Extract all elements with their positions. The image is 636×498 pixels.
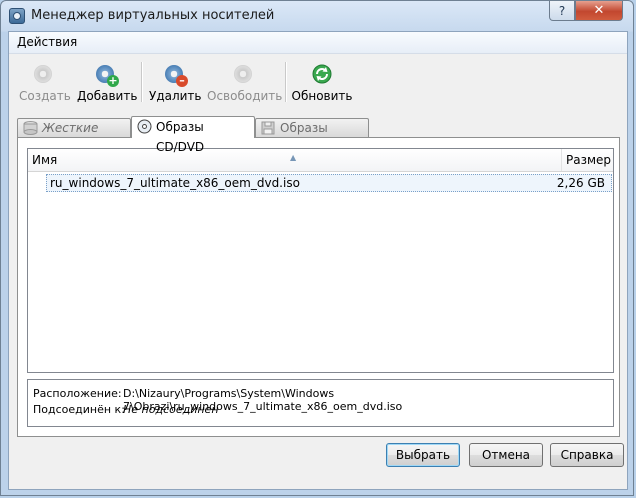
row-name: ru_windows_7_ultimate_x86_oem_dvd.iso: [50, 176, 300, 190]
row-size: 2,26 GB: [556, 176, 605, 190]
help-title-button[interactable]: ?: [549, 1, 575, 21]
hard-disk-icon: [23, 121, 38, 135]
column-name-label: Имя: [32, 153, 58, 167]
toolbar: Создать + Добавить – Удалить Освободить …: [9, 54, 627, 110]
toolbar-separator: [285, 62, 287, 102]
media-manager-window: Менеджер виртуальных носителей ? ✕ Дейст…: [0, 0, 634, 496]
title-bar[interactable]: Менеджер виртуальных носителей ? ✕: [1, 1, 633, 31]
tab-strip: Жесткие диски Образы CD/DVD Образы диске…: [17, 116, 619, 154]
release-button[interactable]: Освободить: [207, 62, 283, 106]
add-button[interactable]: + Добавить: [77, 62, 138, 106]
client-area: Действия Создать + Добавить – Удалить Ос…: [8, 31, 628, 490]
attached-value: Не подсоединен: [123, 403, 219, 416]
media-list[interactable]: Имя ▲ Размер ru_windows_7_ultimate_x86_o…: [27, 148, 614, 373]
release-label: Освободить: [207, 89, 283, 103]
close-button[interactable]: ✕: [575, 1, 623, 21]
add-label: Добавить: [77, 89, 138, 103]
cancel-button[interactable]: Отмена: [469, 443, 543, 467]
location-label: Расположение:: [33, 387, 122, 400]
refresh-label: Обновить: [291, 89, 353, 103]
tab-panel: Имя ▲ Размер ru_windows_7_ultimate_x86_o…: [17, 137, 620, 437]
sort-ascending-icon: ▲: [290, 153, 297, 162]
tab-hard-disks[interactable]: Жесткие диски: [17, 118, 131, 153]
window-title: Менеджер виртуальных носителей: [31, 8, 275, 23]
menu-actions[interactable]: Действия: [13, 35, 81, 49]
create-label: Создать: [19, 89, 71, 103]
remove-label: Удалить: [149, 89, 202, 103]
floppy-icon: [261, 121, 276, 135]
app-icon: [9, 8, 25, 24]
help-button[interactable]: Справка: [550, 443, 624, 467]
table-row[interactable]: ru_windows_7_ultimate_x86_oem_dvd.iso 2,…: [46, 174, 612, 192]
list-header: Имя ▲ Размер: [28, 149, 613, 172]
remove-button[interactable]: – Удалить: [149, 62, 202, 106]
column-name[interactable]: Имя ▲: [28, 149, 562, 171]
refresh-icon: [310, 62, 334, 86]
details-panel: Расположение: D:\Nizaury\Programs\System…: [27, 379, 614, 427]
tab-floppy[interactable]: Образы дискет: [255, 118, 369, 153]
disk-release-icon: [232, 62, 256, 86]
tab-cd-dvd[interactable]: Образы CD/DVD: [131, 116, 255, 154]
toolbar-separator: [141, 62, 143, 102]
disk-remove-icon: –: [163, 62, 188, 87]
disk-new-icon: [32, 62, 56, 86]
refresh-button[interactable]: Обновить: [291, 62, 353, 106]
attached-label: Подсоединён к:: [33, 403, 125, 416]
create-button[interactable]: Создать: [19, 62, 71, 106]
cd-icon: [137, 119, 152, 134]
column-size[interactable]: Размер: [562, 149, 613, 171]
select-button[interactable]: Выбрать: [386, 443, 460, 467]
tab-cd-dvd-label: Образы CD/DVD: [156, 120, 205, 154]
menu-bar: Действия: [9, 32, 627, 54]
disk-add-icon: +: [94, 62, 119, 87]
